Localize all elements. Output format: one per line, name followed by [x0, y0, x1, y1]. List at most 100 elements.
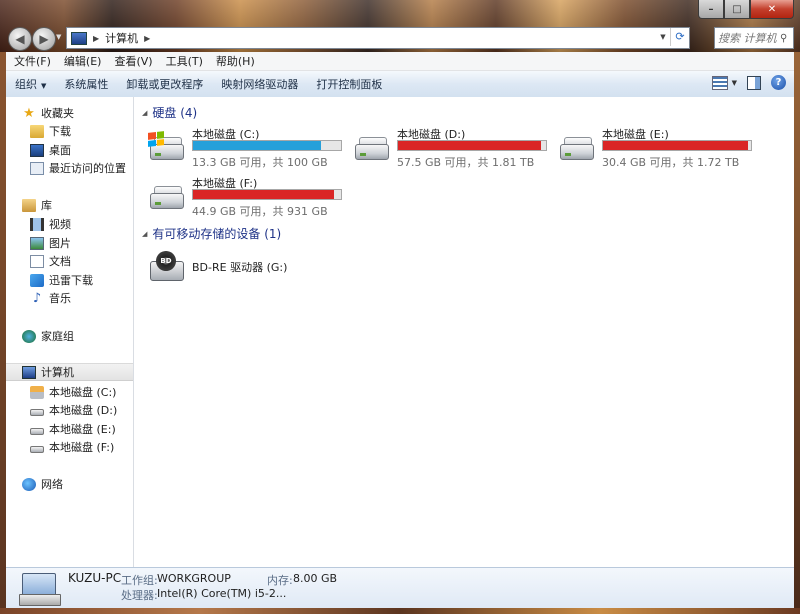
organize-label: 组织 [15, 78, 37, 91]
system-properties-button[interactable]: 系统属性 [55, 76, 117, 92]
menu-tools[interactable]: 工具(T) [158, 53, 208, 69]
thunder-download-icon [30, 273, 44, 287]
sidebar-item-documents[interactable]: 文档 [30, 252, 71, 270]
breadcrumb-computer[interactable]: 计算机 [105, 30, 138, 46]
window-controls: – □ ✕ [698, 0, 794, 19]
search-input[interactable] [715, 31, 780, 45]
sidebar-homegroup[interactable]: 家庭组 [22, 327, 74, 345]
sidebar-item-music[interactable]: ♪ 音乐 [30, 289, 71, 307]
menu-view[interactable]: 查看(V) [106, 53, 157, 69]
computer-icon [19, 573, 61, 606]
minimize-button[interactable]: – [698, 0, 724, 19]
close-button[interactable]: ✕ [750, 0, 794, 19]
homegroup-icon [22, 329, 36, 343]
drive-space-info: 57.5 GB 可用，共 1.81 TB [397, 156, 535, 169]
group-header-hard-disks[interactable]: ◢ 硬盘 (4) [142, 104, 197, 121]
hard-drive-icon [30, 427, 44, 435]
hard-drive-icon [30, 408, 44, 416]
drive-usage-fill [193, 190, 334, 199]
hard-drive-icon [353, 132, 391, 162]
sidebar-item-label: 本地磁盘 (E:) [49, 423, 116, 436]
drive-f[interactable]: 本地磁盘 (F:) 44.9 GB 可用，共 931 GB [148, 175, 348, 219]
drive-g-bd-re[interactable]: BD BD-RE 驱动器 (G:) [148, 245, 348, 289]
music-note-icon: ♪ [32, 290, 42, 306]
star-icon: ★ [23, 105, 35, 121]
sidebar-item-downloads[interactable]: 下载 [30, 122, 71, 140]
sidebar-item-recent-places[interactable]: 最近访问的位置 [30, 159, 126, 177]
sidebar-item-drive-f[interactable]: 本地磁盘 (F:) [30, 438, 114, 456]
address-history-dropdown-icon[interactable]: ▼ [656, 33, 670, 41]
sidebar-favorites[interactable]: ★ 收藏夹 [22, 104, 74, 122]
view-options-dropdown-icon[interactable]: ▼ [732, 79, 737, 87]
back-button[interactable]: ◀ [8, 27, 32, 51]
drive-e[interactable]: 本地磁盘 (E:) 30.4 GB 可用，共 1.72 TB [558, 126, 758, 170]
documents-library-icon [30, 254, 44, 268]
sidebar-item-label: 下载 [49, 125, 71, 138]
system-drive-icon [148, 131, 186, 162]
breadcrumb-separator-icon[interactable]: ▶ [93, 34, 99, 43]
sidebar-item-label: 文档 [49, 255, 71, 268]
sidebar-item-label: 最近访问的位置 [49, 162, 126, 175]
address-bar[interactable]: ▶ 计算机 ▶ ▼ ⟳ [66, 27, 690, 49]
view-controls: ▼ ? [711, 75, 786, 90]
sidebar-item-label: 本地磁盘 (D:) [49, 404, 118, 417]
sidebar-item-drive-c[interactable]: 本地磁盘 (C:) [30, 383, 116, 401]
workgroup-value: WORKGROUP [157, 572, 231, 585]
map-network-drive-button[interactable]: 映射网络驱动器 [212, 76, 307, 92]
uninstall-program-button[interactable]: 卸载或更改程序 [117, 76, 212, 92]
open-control-panel-button[interactable]: 打开控制面板 [307, 76, 391, 92]
minimize-icon: – [708, 3, 714, 15]
maximize-button[interactable]: □ [724, 0, 750, 19]
menu-edit[interactable]: 编辑(E) [56, 53, 107, 69]
memory-value: 8.00 GB [293, 572, 338, 585]
organize-button[interactable]: 组织 ▼ [6, 76, 55, 92]
search-box[interactable]: ⚲ [714, 27, 794, 49]
sidebar-item-desktop[interactable]: 桌面 [30, 141, 71, 159]
sidebar-network[interactable]: 网络 [22, 475, 63, 493]
menu-file[interactable]: 文件(F) [6, 53, 56, 69]
group-header-removable-storage[interactable]: ◢ 有可移动存储的设备 (1) [142, 225, 281, 242]
search-icon[interactable]: ⚲ [780, 33, 787, 44]
sidebar-libraries[interactable]: 库 [22, 196, 52, 214]
group-title: 硬盘 (4) [152, 106, 198, 120]
sidebar-item-videos[interactable]: 视频 [30, 215, 71, 233]
sidebar-item-thunder-downloads[interactable]: 迅雷下载 [30, 271, 93, 289]
forward-button[interactable]: ▶ [32, 27, 56, 51]
preview-pane-icon[interactable] [747, 75, 761, 90]
workgroup-label: 工作组: [121, 574, 158, 587]
change-view-icon[interactable] [711, 75, 728, 90]
computer-icon [71, 31, 87, 45]
drive-space-info: 13.3 GB 可用，共 100 GB [192, 156, 328, 169]
close-icon: ✕ [767, 3, 777, 15]
sidebar-item-label: 桌面 [49, 144, 71, 157]
drive-body [150, 144, 184, 160]
menu-help[interactable]: 帮助(H) [208, 53, 260, 69]
drive-usage-fill [193, 141, 322, 150]
group-title: 有可移动存储的设备 (1) [152, 227, 282, 241]
maximize-icon: □ [732, 3, 742, 15]
network-icon [22, 477, 36, 491]
help-icon[interactable]: ? [771, 75, 786, 90]
processor-label: 处理器: [121, 589, 158, 602]
collapse-triangle-icon[interactable]: ◢ [142, 230, 147, 238]
drive-c[interactable]: 本地磁盘 (C:) 13.3 GB 可用，共 100 GB [148, 126, 348, 170]
drive-usage-bar [192, 189, 342, 200]
breadcrumb-separator-icon[interactable]: ▶ [144, 34, 150, 43]
sidebar-item-label: 计算机 [41, 366, 74, 379]
recent-pages-dropdown[interactable]: ▼ [56, 33, 61, 41]
recent-places-icon [30, 161, 44, 175]
sidebar-item-label: 家庭组 [41, 330, 74, 343]
sidebar-computer[interactable]: 计算机 [6, 363, 133, 381]
sidebar-item-label: 库 [41, 199, 52, 212]
sidebar-item-drive-d[interactable]: 本地磁盘 (D:) [30, 401, 117, 419]
drive-d[interactable]: 本地磁盘 (D:) 57.5 GB 可用，共 1.81 TB [353, 126, 553, 170]
collapse-triangle-icon[interactable]: ◢ [142, 109, 147, 117]
command-bar: 组织 ▼ 系统属性 卸载或更改程序 映射网络驱动器 打开控制面板 ▼ ? [6, 71, 794, 98]
hard-drive-icon [148, 181, 186, 211]
pictures-library-icon [30, 236, 44, 250]
refresh-icon[interactable]: ⟳ [670, 28, 689, 46]
sidebar-item-drive-e[interactable]: 本地磁盘 (E:) [30, 420, 116, 438]
drive-usage-bar [192, 140, 342, 151]
menu-bar: 文件(F) 编辑(E) 查看(V) 工具(T) 帮助(H) [6, 52, 794, 71]
sidebar-item-pictures[interactable]: 图片 [30, 234, 71, 252]
